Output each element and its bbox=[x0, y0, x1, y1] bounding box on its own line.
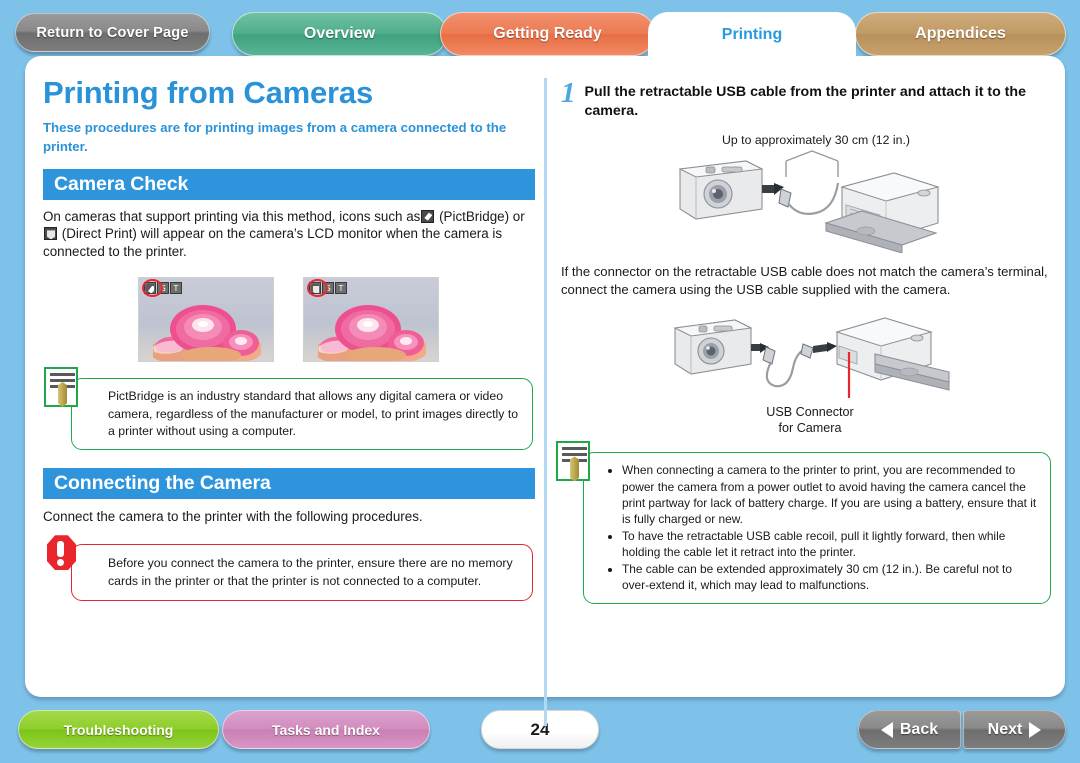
step-1-number: 1 bbox=[561, 77, 576, 109]
connector-mismatch-paragraph: If the connector on the retractable USB … bbox=[561, 264, 1048, 297]
page-number-indicator: 24 bbox=[481, 710, 599, 749]
bottom-navigation-bar: Troubleshooting Tasks and Index 24 Back … bbox=[0, 700, 1080, 763]
tab-getting-ready-label: Getting Ready bbox=[493, 25, 602, 42]
list-item: When connecting a camera to the printer … bbox=[622, 462, 1040, 526]
pictbridge-note-box: PictBridge is an industry standard that … bbox=[44, 367, 533, 451]
column-divider bbox=[544, 78, 547, 726]
tab-overview[interactable]: Overview bbox=[232, 12, 447, 56]
list-item: The cable can be extended approximately … bbox=[622, 561, 1040, 593]
page-subtitle: These procedures are for printing images… bbox=[43, 120, 507, 154]
figure-1-camera-to-printer bbox=[561, 147, 1051, 254]
left-column: Printing from Cameras These procedures a… bbox=[43, 75, 535, 602]
section-heading-connecting-the-camera: Connecting the Camera bbox=[43, 468, 535, 500]
camera-check-body-part1: On cameras that support printing via thi… bbox=[43, 208, 421, 224]
figure-2-usb-cable-connection bbox=[561, 306, 1051, 406]
pencil-icon bbox=[58, 382, 67, 408]
return-to-cover-page-button[interactable]: Return to Cover Page bbox=[15, 13, 210, 52]
usb-notes-list: When connecting a camera to the printer … bbox=[608, 462, 1040, 593]
back-label: Back bbox=[899, 720, 939, 738]
next-label: Next bbox=[987, 720, 1023, 738]
exclamation-bar-icon bbox=[57, 541, 64, 558]
tasks-and-index-button[interactable]: Tasks and Index bbox=[222, 710, 430, 749]
camera-check-body-part2: (PictBridge) or bbox=[439, 208, 525, 224]
pictbridge-note-text: PictBridge is an industry standard that … bbox=[108, 389, 519, 438]
lcd-badge-t: T bbox=[335, 282, 347, 295]
return-to-cover-page-label: Return to Cover Page bbox=[36, 24, 189, 41]
step-1-text: Pull the retractable USB cable from the … bbox=[584, 84, 1026, 119]
camera-check-body: On cameras that support printing via thi… bbox=[43, 208, 535, 261]
lcd-thumbnail-pictbridge: S T bbox=[138, 277, 274, 363]
camera-lcd-thumbnails: S T S T bbox=[43, 277, 535, 363]
chevron-left-icon bbox=[880, 721, 893, 738]
warning-icon bbox=[45, 534, 78, 572]
list-item: To have the retractable USB cable recoil… bbox=[622, 528, 1040, 560]
memory-card-warning-box: Before you connect the camera to the pri… bbox=[47, 535, 533, 602]
memory-card-warning-text: Before you connect the camera to the pri… bbox=[108, 556, 513, 588]
top-navigation-bar: Return to Cover Page Overview Getting Re… bbox=[0, 0, 1080, 72]
next-button[interactable]: Next bbox=[963, 710, 1066, 749]
tab-appendices[interactable]: Appendices bbox=[855, 12, 1066, 56]
lcd-badge-direct-print: S T bbox=[307, 279, 347, 298]
tab-getting-ready[interactable]: Getting Ready bbox=[440, 12, 655, 56]
lcd-badge-t: T bbox=[170, 282, 182, 295]
tab-printing[interactable]: Printing bbox=[648, 12, 856, 72]
connecting-the-camera-body: Connect the camera to the printer with t… bbox=[43, 509, 423, 525]
usb-connector-label-line1: USB Connector bbox=[766, 405, 854, 420]
figure-1-illustration bbox=[678, 150, 940, 254]
section-heading-camera-check-label: Camera Check bbox=[54, 172, 189, 195]
tab-overview-label: Overview bbox=[303, 25, 376, 42]
page-title: Printing from Cameras bbox=[43, 75, 373, 110]
figure-2-callout-label: USB Connector for Camera bbox=[561, 404, 1051, 436]
page-content-sheet: Printing from Cameras These procedures a… bbox=[25, 56, 1065, 726]
step-1: 1 Pull the retractable USB cable from th… bbox=[561, 77, 1051, 120]
usb-notes-box: When connecting a camera to the printer … bbox=[556, 441, 1051, 604]
lcd-thumbnail-direct-print: S T bbox=[303, 277, 439, 363]
right-column: 1 Pull the retractable USB cable from th… bbox=[556, 77, 1051, 604]
section-heading-connecting-the-camera-label: Connecting the Camera bbox=[54, 472, 271, 495]
chevron-right-icon bbox=[1029, 721, 1042, 738]
rose-photo bbox=[318, 305, 426, 362]
figure-1-caption: Up to approximately 30 cm (12 in.) bbox=[722, 133, 910, 148]
usb-connector-label-line2: for Camera bbox=[778, 421, 842, 436]
tab-printing-label: Printing bbox=[721, 26, 783, 43]
tasks-and-index-label: Tasks and Index bbox=[272, 721, 380, 738]
section-heading-camera-check: Camera Check bbox=[43, 168, 535, 200]
tab-appendices-label: Appendices bbox=[915, 25, 1006, 42]
pencil-icon bbox=[570, 456, 579, 482]
troubleshooting-button[interactable]: Troubleshooting bbox=[18, 710, 219, 749]
troubleshooting-label: Troubleshooting bbox=[63, 721, 174, 738]
figure-2-illustration bbox=[673, 317, 950, 399]
lcd-badge-pictbridge: S T bbox=[142, 279, 182, 298]
rose-photo bbox=[153, 305, 261, 362]
memo-note-icon bbox=[44, 367, 78, 408]
pictbridge-icon bbox=[421, 209, 435, 223]
highlight-ring bbox=[142, 279, 163, 298]
back-button[interactable]: Back bbox=[858, 710, 961, 749]
direct-print-icon bbox=[44, 227, 57, 241]
highlight-ring bbox=[307, 279, 328, 298]
memo-note-icon bbox=[556, 441, 590, 482]
camera-check-body-part3: (Direct Print) will appear on the camera… bbox=[43, 226, 503, 260]
